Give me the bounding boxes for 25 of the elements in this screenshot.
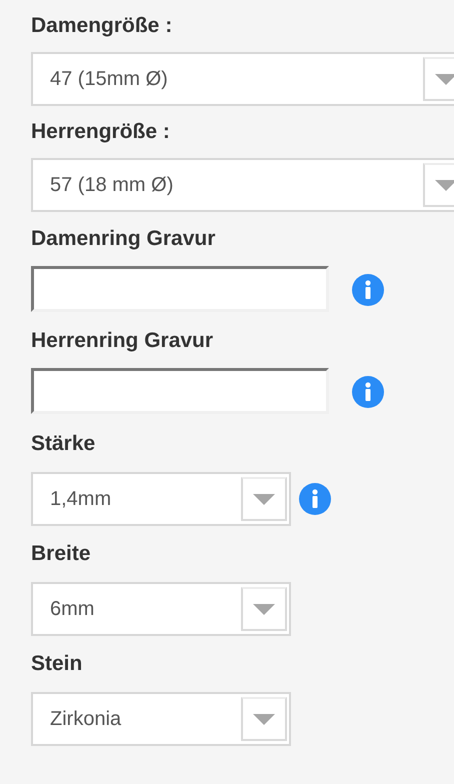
field-label: Damengröße : xyxy=(31,13,172,39)
info-icon[interactable] xyxy=(352,274,384,306)
input-field[interactable] xyxy=(31,368,329,414)
dropdown[interactable]: 1,4mm xyxy=(31,472,291,526)
field-label: Breite xyxy=(31,541,91,567)
dropdown[interactable]: 57 (18 mm Ø) xyxy=(31,158,454,212)
caret-icon xyxy=(253,714,275,724)
caret-icon xyxy=(435,180,454,190)
input-field[interactable] xyxy=(31,266,329,312)
info-icon[interactable] xyxy=(352,376,384,408)
field-label: Damenring Gravur xyxy=(31,226,216,252)
field-label: Herrenring Gravur xyxy=(31,328,214,354)
caret-icon xyxy=(435,74,454,84)
field-label: Herrengröße : xyxy=(31,119,170,145)
field-label: Stein xyxy=(31,651,82,677)
info-icon[interactable] xyxy=(299,483,331,515)
dropdown[interactable]: 6mm xyxy=(31,582,291,636)
dropdown-button[interactable] xyxy=(241,477,287,521)
field-label: Stärke xyxy=(31,431,96,457)
dropdown-button[interactable] xyxy=(241,587,287,631)
dropdown[interactable]: Zirkonia xyxy=(31,692,291,746)
dropdown[interactable]: 47 (15mm Ø) xyxy=(31,52,454,106)
caret-icon xyxy=(253,604,275,614)
caret-icon xyxy=(253,494,275,504)
dropdown-button[interactable] xyxy=(241,697,287,741)
